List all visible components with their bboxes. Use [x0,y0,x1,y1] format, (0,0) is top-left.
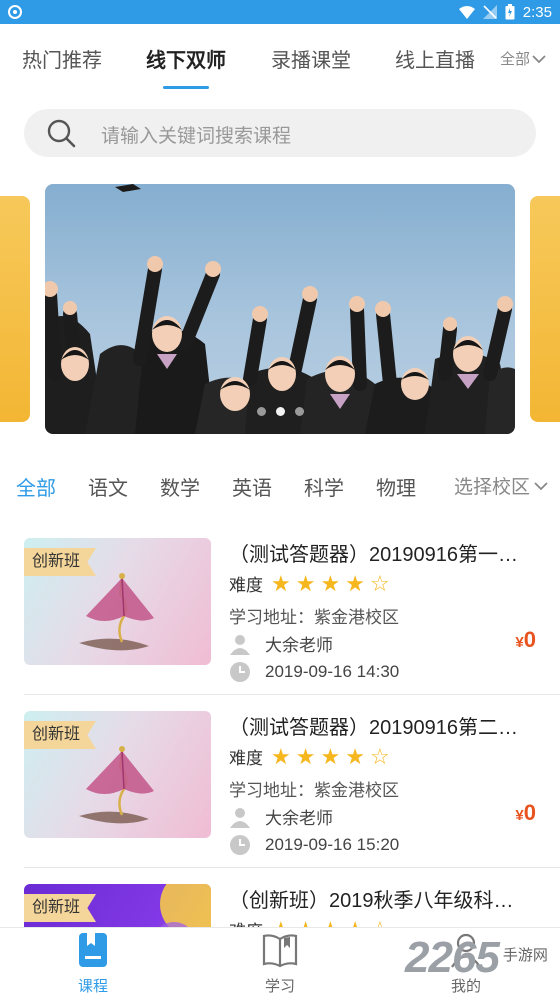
course-time: 2019-09-16 15:20 [229,834,399,856]
no-signal-icon [482,5,497,19]
search-icon [47,119,76,148]
course-difficulty: 难度 ★ ★ ★ ★ ☆ [229,571,390,596]
status-bar: 2:35 [0,0,560,24]
star-filled-icon: ★ [320,743,341,769]
course-teacher: 大余老师 [229,631,333,656]
course-card[interactable]: 创新班 （测试答题器）20190916第一… 难度 ★ ★ ★ ★ ☆ 学习地址… [0,523,560,695]
subject-english[interactable]: 英语 [232,472,272,501]
subject-science[interactable]: 科学 [304,472,344,501]
difficulty-stars: ★ ★ ★ ★ ☆ [271,743,390,769]
nav-label: 学习 [264,978,295,995]
course-tag: 创新班 [24,721,97,749]
chevron-down-icon [532,54,546,63]
clock-icon [230,835,250,855]
user-icon [230,807,250,828]
star-filled-icon: ★ [345,743,365,769]
tab-hot-recommend[interactable]: 热门推荐 [22,44,102,73]
course-thumbnail: 创新班 [24,711,211,838]
wifi-icon [458,5,475,19]
watermark-text: 2265 [405,933,500,982]
star-filled-icon: ★ [271,570,291,596]
course-price: ¥0 [515,627,536,653]
all-tabs-label: 全部 [499,51,530,68]
carousel-dot-active[interactable] [275,407,285,416]
chevron-down-icon [534,481,548,490]
course-card[interactable]: 创新班 （测试答题器）20190916第二… 难度 ★ ★ ★ ★ ☆ 学习地址… [0,696,560,868]
search-bar[interactable]: 请输入关键词搜索课程 [24,109,536,157]
teacher-name: 大余老师 [265,809,333,828]
active-tab-indicator [163,86,209,89]
banner-carousel[interactable] [45,184,515,434]
subject-math[interactable]: 数学 [160,472,200,501]
course-teacher: 大余老师 [229,804,333,829]
watermark-logo: 2265 手游网 [405,933,548,983]
book-icon [79,933,107,967]
watermark-subtext: 手游网 [502,947,548,964]
time-text: 2019-09-16 15:20 [265,835,400,854]
campus-dropdown[interactable]: 选择校区 [441,472,548,499]
divider [24,867,560,868]
price-value: 0 [523,800,536,825]
difficulty-stars: ★ ★ ★ ★ ☆ [271,570,390,596]
star-filled-icon: ★ [320,570,341,596]
star-filled-icon: ★ [271,743,291,769]
star-filled-icon: ★ [295,570,316,596]
top-tabs: 热门推荐 线下双师 录播课堂 线上直播 全部 [0,24,560,94]
carousel-dot[interactable] [294,407,304,416]
star-empty-icon: ☆ [369,570,390,596]
course-difficulty: 难度 ★ ★ ★ ★ ☆ [229,744,390,769]
difficulty-label: 难度 [229,576,263,595]
course-tag: 创新班 [24,894,97,922]
course-thumbnail: 创新班 [24,538,211,665]
divider [24,694,560,695]
teacher-name: 大余老师 [265,636,333,655]
banner-prev-card[interactable] [0,196,30,422]
currency-symbol: ¥ [515,807,524,824]
price-value: 0 [523,627,536,652]
tab-recorded-class[interactable]: 录播课堂 [271,44,351,73]
status-time: 2:35 [522,3,552,21]
tab-online-live[interactable]: 线上直播 [395,44,475,73]
star-empty-icon: ☆ [369,743,390,769]
nav-courses[interactable]: 课程 [53,932,133,996]
graduation-photo [45,184,515,434]
battery-icon [505,4,515,20]
notification-icon [8,5,22,19]
currency-symbol: ¥ [515,634,524,651]
time-text: 2019-09-16 14:30 [265,662,400,681]
clock-icon [230,662,250,682]
subject-chinese[interactable]: 语文 [88,472,128,501]
carousel-dot[interactable] [256,407,266,416]
course-title[interactable]: （创新班）2019秋季八年级科… [229,884,534,913]
course-title[interactable]: （测试答题器）20190916第一… [229,538,534,567]
course-address: 学习地址：紫金港校区 [229,608,399,627]
subject-all[interactable]: 全部 [16,472,56,501]
carousel-indicator [45,407,515,416]
search-input[interactable]: 请输入关键词搜索课程 [101,121,291,148]
subject-physics[interactable]: 物理 [376,472,416,501]
star-filled-icon: ★ [295,743,316,769]
nav-study[interactable]: 学习 [240,932,320,996]
star-filled-icon: ★ [345,570,365,596]
course-price: ¥0 [515,800,536,826]
user-icon [230,634,250,655]
tab-offline-dual-teacher[interactable]: 线下双师 [146,44,226,73]
course-address: 学习地址：紫金港校区 [229,781,399,800]
open-book-icon [262,934,298,968]
campus-label: 选择校区 [453,477,530,498]
nav-label: 课程 [77,978,108,995]
course-tag: 创新班 [24,548,97,576]
difficulty-label: 难度 [229,749,263,768]
course-title[interactable]: （测试答题器）20190916第二… [229,711,534,740]
subject-filter: 全部 语文 数学 英语 科学 物理 选择校区 [0,466,560,502]
all-tabs-dropdown[interactable]: 全部 [500,48,546,69]
course-time: 2019-09-16 14:30 [229,661,399,683]
banner-next-card[interactable] [530,196,560,422]
